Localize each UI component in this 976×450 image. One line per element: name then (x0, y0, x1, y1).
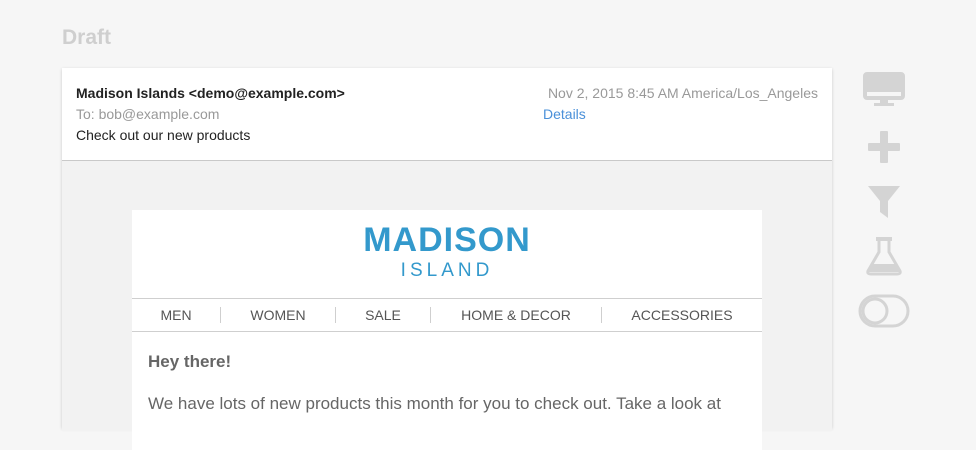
madison-island-logo: MADISON ISLAND (132, 210, 762, 286)
newsletter-nav: MEN WOMEN SALE HOME & DECOR ACCESSORIES (132, 298, 762, 332)
email-to: To: bob@example.com (76, 106, 220, 122)
nav-item-sale[interactable]: SALE (336, 307, 430, 323)
draft-label: Draft (62, 26, 112, 49)
toggle-switch[interactable] (858, 294, 910, 328)
email-from: Madison Islands <demo@example.com> (76, 85, 345, 101)
email-date: Nov 2, 2015 8:45 AM America/Los_Angeles (547, 85, 818, 101)
nav-item-women[interactable]: WOMEN (221, 307, 335, 323)
filter-button[interactable] (858, 184, 910, 220)
intro-paragraph: We have lots of new products this month … (148, 394, 721, 413)
nav-item-accessories[interactable]: ACCESSORIES (602, 307, 762, 323)
plus-icon (868, 131, 900, 163)
test-button[interactable] (858, 236, 910, 276)
email-header: Madison Islands <demo@example.com> To: b… (62, 68, 832, 161)
filter-icon (868, 186, 900, 218)
newsletter: MADISON ISLAND MEN WOMEN SALE HOME & DEC… (132, 210, 762, 450)
toggle-icon (858, 294, 910, 328)
desktop-preview-button[interactable] (858, 72, 910, 108)
email-preview-card: Madison Islands <demo@example.com> To: b… (62, 68, 832, 450)
flask-icon (866, 237, 902, 276)
add-button[interactable] (858, 129, 910, 165)
nav-item-home-decor[interactable]: HOME & DECOR (431, 307, 601, 323)
email-body: MADISON ISLAND MEN WOMEN SALE HOME & DEC… (62, 161, 832, 450)
email-subject: Check out our new products (76, 127, 251, 143)
logo-main-text: MADISON (363, 221, 531, 259)
nav-item-men[interactable]: MEN (132, 307, 220, 323)
logo-sub-text: ISLAND (400, 260, 494, 281)
greeting-heading: Hey there! (148, 352, 232, 371)
desktop-icon (863, 72, 905, 106)
details-link[interactable]: Details (543, 106, 586, 122)
